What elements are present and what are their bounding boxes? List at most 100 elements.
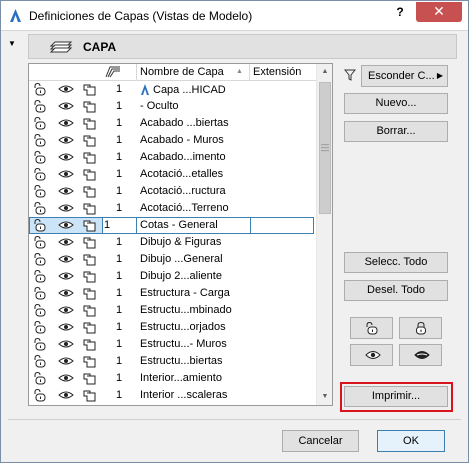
intersection-group-number[interactable]: 1 (113, 321, 125, 333)
layer-wireframe-toggle-icon[interactable] (83, 117, 97, 130)
layer-wireframe-toggle-icon[interactable] (83, 236, 97, 249)
layer-wireframe-toggle-icon[interactable] (83, 304, 97, 317)
layer-name-cell[interactable]: Estructu...biertas (140, 355, 223, 367)
layer-wireframe-toggle-icon[interactable] (83, 253, 97, 266)
layer-wireframe-toggle-icon[interactable] (83, 389, 97, 402)
layer-wireframe-toggle-icon[interactable] (83, 202, 97, 215)
intersection-group-number[interactable]: 1 (101, 219, 113, 231)
intersection-group-number[interactable]: 1 (113, 202, 125, 214)
layer-visibility-toggle-icon[interactable] (58, 134, 74, 147)
layer-row[interactable]: 1 Estructu...biertas (29, 353, 316, 370)
intersection-group-number[interactable]: 1 (113, 389, 125, 401)
layer-name-cell[interactable]: Acabado...imento (140, 151, 226, 163)
layer-wireframe-toggle-icon[interactable] (83, 134, 97, 147)
print-button[interactable]: Imprimir... (344, 386, 448, 407)
list-scrollbar[interactable]: ▲ — — — ▼ (316, 64, 332, 405)
layer-visibility-toggle-icon[interactable] (58, 304, 74, 317)
layer-row[interactable]: 1 Estructu...- Muros (29, 336, 316, 353)
collapse-arrow-icon[interactable]: ▼ (8, 39, 16, 48)
layer-lock-toggle-icon[interactable] (33, 371, 47, 385)
layer-lock-toggle-icon[interactable] (33, 150, 47, 164)
layer-row[interactable]: 1 Acabado...imento (29, 149, 316, 166)
layer-name-cell[interactable]: Dibujo ...General (140, 253, 223, 265)
intersection-group-number[interactable]: 1 (113, 151, 125, 163)
layer-wireframe-toggle-icon[interactable] (83, 287, 97, 300)
layer-lock-toggle-icon[interactable] (33, 354, 47, 368)
layer-wireframe-toggle-icon[interactable] (83, 185, 97, 198)
lock-selected-button[interactable] (399, 317, 442, 339)
layer-row[interactable]: 1 Estructu...mbinado (29, 302, 316, 319)
layer-row[interactable]: 1 Acotació...ructura (29, 183, 316, 200)
layer-lock-toggle-icon[interactable] (33, 167, 47, 181)
unlock-selected-button[interactable] (350, 317, 393, 339)
layer-lock-toggle-icon[interactable] (33, 184, 47, 198)
intersection-group-number[interactable]: 1 (113, 236, 125, 248)
layer-lock-toggle-icon[interactable] (33, 99, 47, 113)
layer-name-cell[interactable]: Interior...amiento (140, 372, 222, 384)
layer-row[interactable]: 1 Dibujo & Figuras (29, 234, 316, 251)
scroll-up-arrow-icon[interactable]: ▲ (317, 64, 333, 80)
help-button[interactable]: ? (387, 2, 413, 22)
layer-name-cell[interactable]: Acabado - Muros (140, 134, 224, 146)
ok-button[interactable]: OK (377, 430, 445, 452)
layer-lock-toggle-icon[interactable] (33, 269, 47, 283)
layer-lock-toggle-icon[interactable] (33, 337, 47, 351)
layer-row[interactable]: 1 Interior ...scaleras (29, 387, 316, 404)
layer-visibility-toggle-icon[interactable] (58, 236, 74, 249)
layer-name-cell[interactable]: Cotas - General (140, 219, 218, 231)
layer-name-cell[interactable]: Acabado ...biertas (140, 117, 229, 129)
layer-lock-toggle-icon[interactable] (33, 252, 47, 266)
layer-row[interactable]: 1 Capa ...HICAD (29, 81, 316, 98)
layer-row[interactable]: 1 Cotas - General (29, 217, 316, 234)
scrollbar-thumb[interactable]: — — — (319, 82, 331, 214)
layer-visibility-toggle-icon[interactable] (58, 253, 74, 266)
layer-visibility-toggle-icon[interactable] (58, 168, 74, 181)
layer-lock-toggle-icon[interactable] (33, 286, 47, 300)
intersection-group-number[interactable]: 1 (113, 100, 125, 112)
layer-row[interactable]: 1 Acabado - Muros (29, 132, 316, 149)
hide-selected-button[interactable] (399, 344, 442, 366)
layer-wireframe-toggle-icon[interactable] (83, 338, 97, 351)
layer-name-cell[interactable]: Acotació...etalles (140, 168, 223, 180)
layer-visibility-toggle-icon[interactable] (58, 287, 74, 300)
intersection-group-number[interactable]: 1 (113, 270, 125, 282)
layer-visibility-toggle-icon[interactable] (58, 321, 74, 334)
layer-visibility-toggle-icon[interactable] (58, 389, 74, 402)
layer-visibility-toggle-icon[interactable] (58, 355, 74, 368)
layer-name-cell[interactable]: - Oculto (140, 100, 179, 112)
layer-wireframe-toggle-icon[interactable] (83, 355, 97, 368)
column-header-extension[interactable]: Extensión (253, 66, 301, 78)
layer-row[interactable]: 1 Acabado ...biertas (29, 115, 316, 132)
layer-name-cell[interactable]: Interior ...scaleras (140, 389, 227, 401)
select-all-button[interactable]: Selecc. Todo (344, 252, 448, 273)
intersection-group-number[interactable]: 1 (113, 287, 125, 299)
layer-visibility-toggle-icon[interactable] (58, 202, 74, 215)
show-selected-button[interactable] (350, 344, 393, 366)
layer-row[interactable]: 1 Estructura - Carga (29, 285, 316, 302)
layer-visibility-toggle-icon[interactable] (58, 338, 74, 351)
intersection-group-number[interactable]: 1 (113, 168, 125, 180)
layer-wireframe-toggle-icon[interactable] (83, 270, 97, 283)
layer-row[interactable]: 1 Estructu...orjados (29, 319, 316, 336)
intersection-group-number[interactable]: 1 (113, 372, 125, 384)
new-layer-button[interactable]: Nuevo... (344, 93, 448, 114)
layer-lock-toggle-icon[interactable] (33, 218, 47, 232)
layer-wireframe-toggle-icon[interactable] (83, 372, 97, 385)
layer-lock-toggle-icon[interactable] (33, 303, 47, 317)
layer-wireframe-toggle-icon[interactable] (83, 168, 97, 181)
layer-wireframe-toggle-icon[interactable] (83, 100, 97, 113)
intersection-group-number[interactable]: 1 (113, 253, 125, 265)
layer-row[interactable]: 1 Interior...amiento (29, 370, 316, 387)
layer-lock-toggle-icon[interactable] (33, 235, 47, 249)
layer-wireframe-toggle-icon[interactable] (83, 219, 97, 232)
layer-name-cell[interactable]: Dibujo 2...aliente (140, 270, 222, 282)
layer-visibility-toggle-icon[interactable] (58, 219, 74, 232)
intersection-group-number[interactable]: 1 (113, 304, 125, 316)
intersection-group-number[interactable]: 1 (113, 355, 125, 367)
layer-name-cell[interactable]: Capa ...HICAD (140, 83, 226, 96)
layer-visibility-toggle-icon[interactable] (58, 151, 74, 164)
deselect-all-button[interactable]: Desel. Todo (344, 280, 448, 301)
layer-wireframe-toggle-icon[interactable] (83, 83, 97, 96)
layer-name-cell[interactable]: Estructu...orjados (140, 321, 226, 333)
layer-lock-toggle-icon[interactable] (33, 388, 47, 402)
